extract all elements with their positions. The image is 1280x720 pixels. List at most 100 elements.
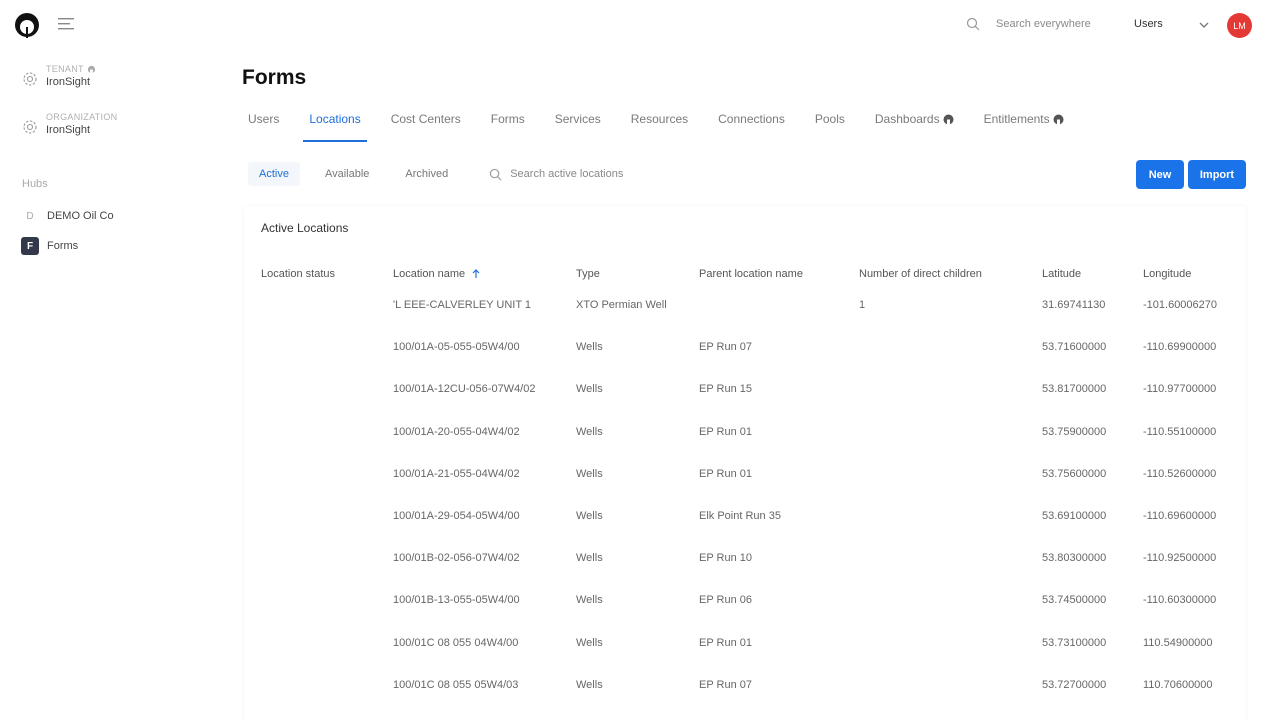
table-cell: EP Run 01 bbox=[699, 425, 753, 438]
tab-locations[interactable]: Locations bbox=[303, 104, 367, 142]
gear-icon bbox=[23, 72, 37, 86]
column-header-location-status[interactable]: Location status bbox=[261, 268, 335, 280]
tab-dashboards[interactable]: Dashboards bbox=[869, 104, 960, 142]
tab-users[interactable]: Users bbox=[242, 104, 285, 142]
tab-forms[interactable]: Forms bbox=[485, 104, 531, 142]
table-cell: 53.81700000 bbox=[1042, 383, 1107, 396]
table-cell: -110.55100000 bbox=[1143, 425, 1217, 438]
table-title: Active Locations bbox=[261, 221, 349, 235]
table-row[interactable]: 100/01B-13-055-05W4/00 Wells EP Run 06 53.7… bbox=[244, 594, 1246, 636]
table-cell: 53.75900000 bbox=[1042, 425, 1107, 438]
table-row[interactable]: 100/01B-02-056-07W4/02 Wells EP Run 10 53.8… bbox=[244, 552, 1246, 594]
table-cell: 53.74500000 bbox=[1042, 594, 1107, 607]
table-cell: EP Run 15 bbox=[699, 383, 753, 396]
avatar[interactable]: LM bbox=[1227, 13, 1252, 38]
table-cell: EP Run 01 bbox=[699, 467, 753, 480]
table-row[interactable]: 100/01C 08 055 04W4/00 Wells EP Run 01 53.7… bbox=[244, 637, 1246, 679]
table-row[interactable]: 'L EEE-CALVERLEY UNIT 1 XTO Permian Well 1… bbox=[244, 299, 1246, 341]
global-search[interactable]: Search everywhere bbox=[966, 17, 1091, 31]
table-cell: 100/01C 08 055 04W4/00 bbox=[393, 636, 519, 649]
top-bar: Search everywhere Users LM bbox=[0, 0, 1280, 50]
table-row[interactable]: 100/01A-20-055-04W4/02 Wells EP Run 01 53.7… bbox=[244, 426, 1246, 468]
column-header-parent-location[interactable]: Parent location name bbox=[699, 268, 803, 280]
location-search[interactable]: Search active locations bbox=[489, 168, 623, 181]
tenant-selector[interactable]: TENANT IronSight bbox=[22, 64, 96, 88]
table-cell: 53.80300000 bbox=[1042, 552, 1107, 565]
table-cell: 100/01B-13-055-05W4/00 bbox=[393, 594, 520, 607]
tenant-label: TENANT bbox=[46, 64, 96, 74]
tab-entitlements[interactable]: Entitlements bbox=[978, 104, 1070, 142]
location-search-input[interactable]: Search active locations bbox=[510, 168, 623, 180]
table-cell: 100/01A-05-055-05W4/00 bbox=[393, 341, 520, 354]
table-row[interactable]: 100/01A-21-055-04W4/02 Wells EP Run 01 53.7… bbox=[244, 468, 1246, 510]
table-cell: -110.92500000 bbox=[1143, 552, 1217, 565]
hub-badge: D bbox=[26, 210, 34, 222]
chevron-down-icon[interactable] bbox=[1198, 19, 1210, 31]
global-search-input[interactable]: Search everywhere bbox=[996, 18, 1091, 30]
search-icon bbox=[966, 17, 980, 31]
table-row[interactable]: 100/01A-29-054-05W4/00 Wells Elk Point Run… bbox=[244, 510, 1246, 552]
page-title: Forms bbox=[242, 66, 307, 89]
table-cell: Wells bbox=[576, 383, 603, 396]
tab-services[interactable]: Services bbox=[549, 104, 607, 142]
table-cell: EP Run 07 bbox=[699, 341, 753, 354]
import-button[interactable]: Import bbox=[1188, 160, 1246, 189]
table-cell: -110.52600000 bbox=[1143, 467, 1217, 480]
locations-table-card: Active Locations Location status Locatio… bbox=[244, 206, 1246, 720]
table-cell: XTO Permian Well bbox=[576, 299, 667, 311]
table-cell: Wells bbox=[576, 594, 603, 607]
table-cell: 31.69741130 bbox=[1042, 299, 1106, 311]
table-cell: 53.69100000 bbox=[1042, 510, 1107, 522]
table-cell: Elk Point Run 35 bbox=[699, 510, 781, 522]
table-cell: 53.71600000 bbox=[1042, 341, 1107, 354]
subtab-active[interactable]: Active bbox=[248, 162, 300, 186]
lock-icon bbox=[87, 65, 95, 74]
table-cell: 110.54900000 bbox=[1143, 636, 1213, 649]
table-cell: 53.72700000 bbox=[1042, 678, 1107, 691]
sidebar-item-forms[interactable]: F Forms bbox=[21, 237, 78, 255]
table-cell: -110.97700000 bbox=[1143, 383, 1217, 396]
tab-connections[interactable]: Connections bbox=[712, 104, 791, 142]
table-cell: EP Run 01 bbox=[699, 636, 753, 649]
table-cell: 100/01C 08 055 05W4/03 bbox=[393, 678, 519, 691]
table-cell: 1 bbox=[859, 299, 866, 311]
table-cell: Wells bbox=[576, 552, 603, 565]
sidebar-item-label: Forms bbox=[47, 240, 79, 252]
tab-resources[interactable]: Resources bbox=[625, 104, 694, 142]
search-scope-select[interactable]: Users bbox=[1134, 18, 1163, 30]
table-row[interactable]: 100/01A-12CU-056-07W4/02 Wells EP Run 15 53… bbox=[244, 383, 1246, 425]
table-cell: -101.60006270 bbox=[1143, 299, 1218, 311]
table-cell: Wells bbox=[576, 467, 603, 480]
subtab-available[interactable]: Available bbox=[314, 162, 380, 186]
organization-value: IronSight bbox=[46, 124, 91, 136]
column-header-type[interactable]: Type bbox=[576, 268, 600, 280]
table-cell: EP Run 06 bbox=[699, 594, 753, 607]
table-cell: Wells bbox=[576, 510, 603, 522]
tab-bar: Users Locations Cost Centers Forms Servi… bbox=[242, 104, 1088, 142]
sidebar-item-demo-oil-co[interactable]: D DEMO Oil Co bbox=[21, 207, 113, 225]
search-icon bbox=[490, 168, 502, 180]
table-row[interactable]: 100/01C 08 055 05W4/03 Wells EP Run 07 53.7… bbox=[244, 679, 1246, 720]
tab-cost-centers[interactable]: Cost Centers bbox=[385, 104, 467, 142]
table-cell: EP Run 07 bbox=[699, 678, 753, 691]
tenant-value: IronSight bbox=[46, 76, 91, 88]
table-cell: -110.60300000 bbox=[1143, 594, 1217, 607]
new-button[interactable]: New bbox=[1136, 160, 1184, 189]
sort-ascending-icon bbox=[472, 269, 480, 278]
column-header-latitude[interactable]: Latitude bbox=[1042, 268, 1081, 280]
column-header-longitude[interactable]: Longitude bbox=[1143, 268, 1191, 280]
status-filter: Active Available Archived Search active … bbox=[248, 162, 623, 186]
table-cell: 53.73100000 bbox=[1042, 636, 1107, 649]
column-header-direct-children[interactable]: Number of direct children bbox=[859, 268, 982, 280]
table-row[interactable]: 100/01A-05-055-05W4/00 Wells EP Run 07 53.7… bbox=[244, 341, 1246, 383]
subtab-archived[interactable]: Archived bbox=[394, 162, 459, 186]
ironsight-logo-icon[interactable] bbox=[14, 12, 40, 38]
column-header-location-name[interactable]: Location name bbox=[393, 268, 481, 280]
organization-selector[interactable]: ORGANIZATION IronSight bbox=[22, 112, 117, 136]
gear-icon bbox=[23, 120, 37, 134]
table-cell: 100/01A-20-055-04W4/02 bbox=[393, 425, 520, 438]
table-cell: 100/01A-29-054-05W4/00 bbox=[393, 510, 520, 522]
table-cell: Wells bbox=[576, 636, 603, 649]
tab-pools[interactable]: Pools bbox=[809, 104, 851, 142]
menu-icon[interactable] bbox=[58, 16, 76, 32]
